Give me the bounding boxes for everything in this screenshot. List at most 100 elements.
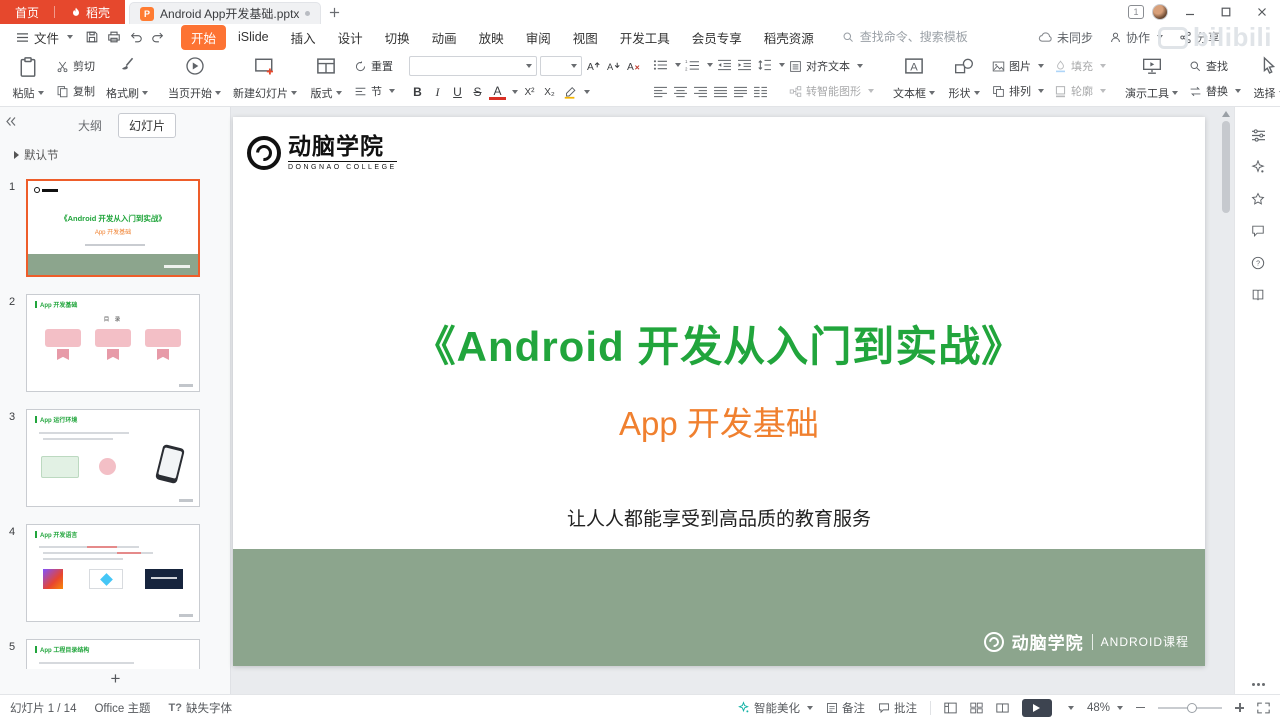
- section-button[interactable]: 节: [350, 81, 399, 101]
- superscript-button[interactable]: X²: [521, 83, 538, 101]
- zoom-slider[interactable]: [1158, 702, 1222, 713]
- slide-canvas[interactable]: 动脑学院 DONGNAO COLLEGE 《Android 开发从入门到实战》 …: [233, 117, 1205, 666]
- slideshow-play-button[interactable]: [1021, 698, 1052, 717]
- align-left-button[interactable]: [652, 83, 669, 101]
- slide-thumbnail-5[interactable]: App 工程目录结构: [26, 639, 200, 669]
- maximize-button[interactable]: [1212, 0, 1240, 24]
- fill-button[interactable]: 填充: [1050, 56, 1110, 76]
- copy-button[interactable]: 复制: [52, 81, 99, 101]
- beautify-panel-icon[interactable]: [1235, 151, 1280, 183]
- convert-smartart-button[interactable]: 转智能图形: [785, 81, 878, 101]
- command-search[interactable]: [842, 30, 990, 44]
- collaborate-button[interactable]: 协作: [1109, 29, 1163, 46]
- slide-subtitle[interactable]: App 开发基础: [233, 397, 1205, 445]
- distribute-button[interactable]: [732, 83, 749, 101]
- reading-view-button[interactable]: [996, 702, 1009, 714]
- highlight-pen-button[interactable]: [561, 83, 578, 101]
- menu-item-islide[interactable]: iSlide: [228, 27, 279, 47]
- document-tab[interactable]: P Android App开发基础.pptx: [129, 2, 322, 24]
- menu-item-review[interactable]: 审阅: [516, 25, 561, 50]
- section-header[interactable]: 默认节: [14, 147, 59, 163]
- layout-button[interactable]: 版式: [304, 54, 348, 103]
- favorites-icon[interactable]: [1235, 183, 1280, 215]
- menu-item-slideshow[interactable]: 放映: [469, 25, 514, 50]
- vertical-scrollbar[interactable]: [1220, 109, 1232, 692]
- more-icon[interactable]: [1235, 683, 1280, 686]
- menu-item-devtools[interactable]: 开发工具: [610, 25, 680, 50]
- subscript-button[interactable]: X₂: [541, 83, 558, 101]
- play-from-current-button[interactable]: 当页开始: [163, 54, 226, 103]
- replace-button[interactable]: 替换: [1185, 81, 1245, 101]
- columns-button[interactable]: [752, 83, 769, 101]
- numbering-button[interactable]: 12: [684, 56, 701, 74]
- new-slide-button[interactable]: 新建幻灯片: [228, 54, 302, 103]
- minimize-button[interactable]: [1176, 0, 1204, 24]
- arrange-button[interactable]: 排列: [988, 81, 1048, 101]
- slide-thumbnail-3[interactable]: App 运行环境: [26, 409, 200, 507]
- menu-item-design[interactable]: 设计: [328, 25, 373, 50]
- zoom-in-button[interactable]: [1235, 703, 1244, 712]
- zoom-slider-knob[interactable]: [1186, 702, 1197, 713]
- line-spacing-button[interactable]: [756, 56, 773, 74]
- increase-font-button[interactable]: A: [585, 57, 602, 75]
- outline-button[interactable]: 轮廓: [1050, 81, 1110, 101]
- scroll-up-icon[interactable]: [1222, 111, 1230, 117]
- scrollbar-thumb[interactable]: [1222, 121, 1230, 213]
- decrease-indent-button[interactable]: [716, 56, 733, 74]
- theme-name[interactable]: Office 主题: [94, 700, 150, 716]
- share-button[interactable]: 分享: [1179, 29, 1220, 46]
- bold-button[interactable]: B: [409, 83, 426, 101]
- normal-view-button[interactable]: [944, 702, 957, 714]
- align-center-button[interactable]: [672, 83, 689, 101]
- underline-button[interactable]: U: [449, 83, 466, 101]
- slide-tagline[interactable]: 让人人都能享受到高品质的教育服务: [233, 504, 1205, 531]
- user-avatar[interactable]: [1152, 4, 1168, 20]
- slide-sorter-view-button[interactable]: [970, 702, 983, 714]
- slide-title[interactable]: 《Android 开发从入门到实战》: [233, 313, 1205, 374]
- strikethrough-button[interactable]: S: [469, 83, 486, 101]
- collapse-panel-icon[interactable]: [5, 116, 17, 127]
- presenter-tools-button[interactable]: 演示工具: [1120, 54, 1183, 103]
- redo-button[interactable]: [147, 27, 169, 47]
- slide-thumbnail-1[interactable]: 《Android 开发从入门到实战》 App 开发基础: [26, 179, 200, 277]
- font-color-button[interactable]: A: [489, 84, 506, 100]
- menu-item-home[interactable]: 开始: [181, 24, 227, 50]
- sync-status[interactable]: 未同步: [1038, 29, 1093, 46]
- missing-fonts-button[interactable]: T? 缺失字体: [169, 700, 232, 716]
- tab-slides[interactable]: 幻灯片: [118, 113, 177, 138]
- menu-item-view[interactable]: 视图: [563, 25, 608, 50]
- window-pin-icon[interactable]: 1: [1128, 5, 1144, 19]
- properties-panel-icon[interactable]: [1235, 119, 1280, 151]
- help-icon[interactable]: ?: [1235, 247, 1280, 279]
- italic-button[interactable]: I: [429, 83, 446, 101]
- menu-item-docer[interactable]: 稻壳资源: [754, 25, 824, 50]
- new-tab-button[interactable]: [321, 0, 347, 24]
- reset-button[interactable]: 重置: [350, 56, 399, 76]
- file-menu[interactable]: 文件: [8, 28, 81, 47]
- notes-button[interactable]: 备注: [826, 700, 865, 716]
- menu-item-animation[interactable]: 动画: [422, 25, 467, 50]
- bullets-button[interactable]: [652, 56, 669, 74]
- align-text-button[interactable]: 对齐文本: [785, 56, 878, 76]
- search-input[interactable]: [859, 30, 990, 44]
- slide-thumbnail-2[interactable]: App 开发基础 目 录: [26, 294, 200, 392]
- font-name-combo[interactable]: [409, 56, 537, 76]
- select-button[interactable]: 选择: [1247, 54, 1280, 103]
- zoom-level[interactable]: 48%: [1087, 702, 1123, 714]
- menu-item-transition[interactable]: 切换: [375, 25, 420, 50]
- find-button[interactable]: 查找: [1185, 56, 1245, 76]
- shapes-button[interactable]: 形状: [942, 54, 986, 103]
- slide-thumbnail-4[interactable]: App 开发语言: [26, 524, 200, 622]
- tab-outline[interactable]: 大纲: [68, 114, 112, 137]
- increase-indent-button[interactable]: [736, 56, 753, 74]
- menu-item-member[interactable]: 会员专享: [682, 25, 752, 50]
- picture-button[interactable]: 图片: [988, 56, 1048, 76]
- home-tab[interactable]: 首页: [0, 4, 54, 21]
- undo-button[interactable]: [125, 27, 147, 47]
- fit-slide-button[interactable]: [1257, 702, 1270, 714]
- smart-beautify-button[interactable]: 智能美化: [737, 700, 813, 716]
- comments-panel-icon[interactable]: [1235, 215, 1280, 247]
- resources-panel-icon[interactable]: [1235, 279, 1280, 311]
- paste-button[interactable]: 粘贴: [6, 54, 50, 103]
- zoom-out-button[interactable]: [1136, 706, 1145, 709]
